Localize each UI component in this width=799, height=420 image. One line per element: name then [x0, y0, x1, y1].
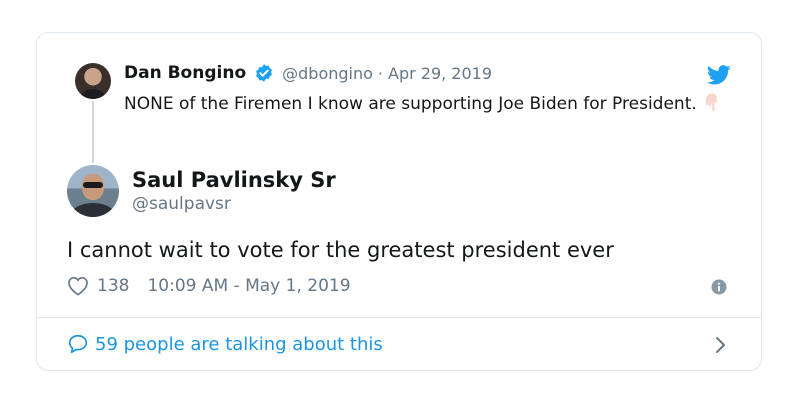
- info-icon[interactable]: [711, 279, 727, 295]
- conversation-label[interactable]: 59 people are talking about this: [95, 334, 383, 355]
- pointing-down-emoji-icon: [705, 93, 717, 112]
- like-count[interactable]: 138: [97, 276, 129, 296]
- parent-tweet-header: Dan Bongino @dbongino · Apr 29, 2019: [124, 63, 492, 83]
- conversation-link[interactable]: 59 people are talking about this: [67, 333, 383, 355]
- main-author-avatar[interactable]: [67, 165, 119, 217]
- parent-author-name[interactable]: Dan Bongino: [124, 63, 246, 83]
- header-separator: ·: [377, 63, 383, 83]
- tweet-timestamp[interactable]: 10:09 AM - May 1, 2019: [147, 276, 350, 296]
- speech-bubble-icon: [68, 334, 88, 354]
- main-author-handle[interactable]: @saulpavsr: [132, 194, 231, 214]
- parent-tweet-body: NONE of the Firemen I know are supportin…: [124, 94, 697, 114]
- main-author-name[interactable]: Saul Pavlinsky Sr: [132, 168, 336, 192]
- avatar-body: [71, 203, 115, 217]
- tweet-meta: 138 10:09 AM - May 1, 2019: [67, 276, 351, 296]
- parent-author-handle[interactable]: @dbongino: [282, 64, 373, 83]
- heart-icon[interactable]: [67, 276, 89, 296]
- footer-divider: [37, 317, 761, 318]
- parent-author-avatar[interactable]: [75, 63, 111, 99]
- thread-connector-line: [92, 101, 94, 163]
- parent-tweet-text: NONE of the Firemen I know are supportin…: [124, 91, 734, 118]
- parent-tweet-date[interactable]: Apr 29, 2019: [388, 64, 492, 83]
- main-tweet-text: I cannot wait to vote for the greatest p…: [67, 238, 614, 262]
- avatar-sunglasses: [83, 182, 103, 188]
- chevron-right-icon[interactable]: [713, 335, 727, 355]
- embedded-tweet-card[interactable]: Dan Bongino @dbongino · Apr 29, 2019 NON…: [36, 32, 762, 371]
- verified-badge-icon: [256, 64, 273, 82]
- twitter-bird-icon[interactable]: [707, 65, 731, 85]
